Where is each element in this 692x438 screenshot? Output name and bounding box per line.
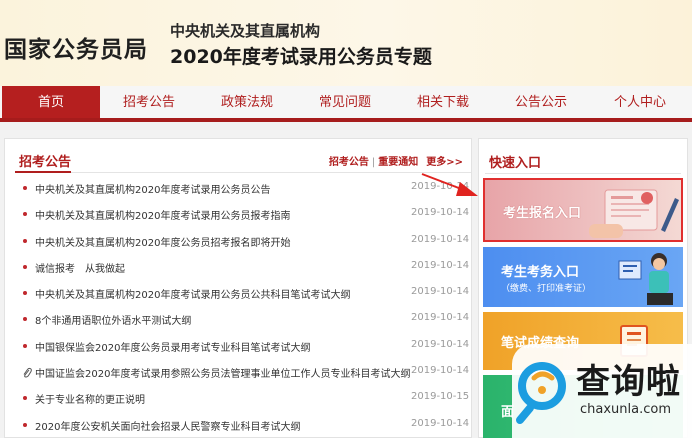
main-nav: 首页 招考公告 政策法规 常见问题 相关下载 公告公示 个人中心: [0, 86, 692, 122]
exam-affairs-illustration-icon: [618, 253, 673, 305]
list-item-title[interactable]: 诚信报考 从我做起: [35, 260, 125, 275]
bullet-icon: [23, 212, 27, 217]
list-item[interactable]: 关于专业名称的更正说明 2019-10-15: [5, 385, 473, 411]
nav-item-home[interactable]: 首页: [2, 86, 100, 118]
nav-item-public-notices[interactable]: 公告公示: [492, 86, 590, 118]
title-accent-bar: [15, 171, 71, 173]
list-item-date: 2019-10-14: [411, 286, 470, 298]
paperclip-icon: [23, 367, 32, 378]
list-item[interactable]: 中国证监会2020年度考试录用参照公务员法管理事业单位工作人员专业科目考试大纲 …: [5, 359, 473, 385]
list-item-date: 2019-10-14: [411, 259, 470, 271]
magnifier-logo-icon: [516, 362, 566, 424]
header-subtitle-2: 2020年度考试录用公务员专题: [170, 46, 432, 68]
watermark: 查询啦 chaxunla.com: [512, 344, 692, 438]
nav-item-faq[interactable]: 常见问题: [296, 86, 394, 118]
bullet-icon: [23, 422, 27, 427]
tab-important-notices[interactable]: 重要通知: [378, 157, 418, 168]
nav-item-policies[interactable]: 政策法规: [198, 86, 296, 118]
quick-entry-title: 快速入口: [489, 156, 542, 171]
list-item-title[interactable]: 中国证监会2020年度考试录用参照公务员法管理事业单位工作人员专业科目考试大纲: [35, 365, 410, 380]
list-item-title[interactable]: 关于专业名称的更正说明: [35, 391, 145, 406]
list-item[interactable]: 中央机关及其直属机构2020年度考试录用公务员公告 2019-10-14: [5, 175, 473, 201]
nav-item-recruitment-notices[interactable]: 招考公告: [100, 86, 198, 118]
list-item-date: 2019-10-14: [411, 338, 470, 350]
site-name[interactable]: 国家公务员局: [4, 30, 148, 64]
list-item-date: 2019-10-14: [411, 417, 470, 429]
nav-item-personal-center[interactable]: 个人中心: [590, 86, 690, 118]
card-label: 考生考务入口: [501, 265, 580, 280]
list-item-date: 2019-10-14: [411, 233, 470, 245]
bullet-icon: [23, 317, 27, 322]
list-item-title[interactable]: 中央机关及其直属机构2020年度考试录用公务员报考指南: [35, 207, 290, 222]
tab-separator: |: [371, 157, 376, 168]
announcements-panel: 招考公告 招考公告 | 重要通知 更多>> 中央机关及其直属机构2020年度考试录用公…: [4, 138, 472, 438]
site-header: 国家公务员局 中央机关及其直属机构 2020年度考试录用公务员专题: [0, 0, 692, 86]
list-item-date: 2019-10-15: [411, 391, 470, 403]
list-item-title[interactable]: 8个非通用语职位外语水平测试大纲: [35, 312, 191, 327]
bullet-icon: [23, 343, 27, 348]
title-divider: [15, 172, 471, 173]
bullet-icon: [23, 264, 27, 269]
announcements-title: 招考公告: [19, 155, 72, 170]
list-item[interactable]: 中央机关及其直属机构2020年度考试录用公务员报考指南 2019-10-14: [5, 201, 473, 227]
card-label: 考生报名入口: [503, 206, 582, 221]
quick-entry-divider: [485, 173, 681, 174]
list-item[interactable]: 8个非通用语职位外语水平测试大纲 2019-10-14: [5, 306, 473, 332]
list-item-date: 2019-10-14: [411, 207, 470, 219]
more-link[interactable]: 更多>>: [426, 157, 463, 168]
registration-illustration-icon: [589, 189, 679, 238]
bullet-icon: [23, 186, 27, 190]
page: 国家公务员局 中央机关及其直属机构 2020年度考试录用公务员专题 首页 招考公…: [0, 0, 692, 438]
list-item[interactable]: 2020年度公安机关面向社会招录人民警察专业科目考试大纲 2019-10-14: [5, 412, 473, 438]
list-item-title[interactable]: 2020年度公安机关面向社会招录人民警察专业科目考试大纲: [35, 418, 300, 433]
announcement-list: 中央机关及其直属机构2020年度考试录用公务员公告 2019-10-14 中央机…: [5, 175, 473, 438]
list-item-title[interactable]: 中国银保监会2020年度公务员录用考试专业科目笔试考试大纲: [35, 339, 310, 354]
list-item-title[interactable]: 中央机关及其直属机构2020年度考试录用公务员公告: [35, 181, 270, 196]
bullet-icon: [23, 291, 27, 296]
arrow-right-icon: [421, 173, 478, 196]
list-item-title[interactable]: 中央机关及其直属机构2020年度公务员招考报名即将开始: [35, 234, 290, 249]
list-item[interactable]: 中央机关及其直属机构2020年度考试录用公务员公共科目笔试考试大纲 2019-1…: [5, 280, 473, 306]
list-item-date: 2019-10-14: [411, 365, 470, 377]
bullet-icon: [23, 396, 27, 401]
tab-recruitment-notices[interactable]: 招考公告: [329, 157, 369, 168]
header-subtitle-1: 中央机关及其直属机构: [170, 22, 321, 40]
bullet-icon: [23, 238, 27, 243]
list-item-title[interactable]: 中央机关及其直属机构2020年度考试录用公务员公共科目笔试考试大纲: [35, 286, 350, 301]
list-item[interactable]: 中央机关及其直属机构2020年度公务员招考报名即将开始 2019-10-14: [5, 228, 473, 254]
list-item[interactable]: 诚信报考 从我做起 2019-10-14: [5, 254, 473, 280]
announcement-tabs: 招考公告 | 重要通知 更多>>: [329, 153, 463, 168]
list-item-date: 2019-10-14: [411, 312, 470, 324]
applicant-registration-card[interactable]: 考生报名入口: [483, 178, 683, 242]
watermark-url: chaxunla.com: [580, 402, 671, 417]
list-item[interactable]: 中国银保监会2020年度公务员录用考试专业科目笔试考试大纲 2019-10-14: [5, 333, 473, 359]
card-sublabel: （缴费、打印准考证）: [501, 284, 592, 294]
watermark-text: 查询啦: [576, 362, 681, 402]
nav-item-downloads[interactable]: 相关下载: [394, 86, 492, 118]
applicant-exam-affairs-card[interactable]: 考生考务入口 （缴费、打印准考证）: [483, 247, 683, 307]
